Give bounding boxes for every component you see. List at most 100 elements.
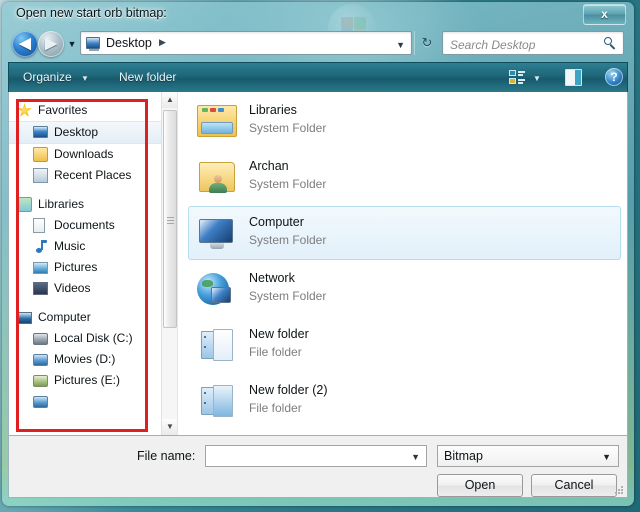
address-chevron-down-icon[interactable]: ▼: [396, 40, 405, 50]
scroll-up-button[interactable]: ▲: [162, 92, 177, 108]
help-button[interactable]: ?: [605, 68, 623, 86]
sidebar-item-label: Pictures: [54, 260, 98, 274]
sidebar-item-label: Downloads: [54, 147, 114, 161]
file-name: Network: [249, 271, 295, 285]
sidebar-item-label: Documents: [54, 218, 115, 232]
sidebar-item-documents[interactable]: Documents: [9, 215, 177, 236]
file-list-item[interactable]: Libraries System Folder: [188, 94, 621, 148]
sidebar-item-videos[interactable]: Videos: [9, 278, 177, 299]
sidebar-item-desktop[interactable]: Desktop: [9, 121, 177, 144]
sidebar-list: Favorites Desktop Downloads Recent Places Li…: [9, 100, 177, 412]
file-name-combo[interactable]: ▼: [205, 445, 427, 467]
monitor-icon: [33, 126, 48, 138]
libraries-folder-icon: [197, 101, 237, 141]
sidebar-item-label: Movies (D:): [54, 352, 116, 366]
file-type: System Folder: [249, 177, 327, 191]
search-icon[interactable]: [604, 37, 617, 50]
view-chevron-down-icon[interactable]: ▼: [533, 74, 541, 83]
sidebar-item-label: Recent Places: [54, 168, 132, 182]
hard-drive-icon: [33, 375, 48, 387]
breadcrumb[interactable]: Desktop: [106, 36, 152, 50]
sidebar-group-header-libraries[interactable]: Libraries: [9, 194, 177, 215]
file-name: New folder: [249, 327, 309, 341]
file-list-item[interactable]: Archan System Folder: [188, 150, 621, 204]
computer-icon: [17, 312, 32, 324]
desktop-icon: [86, 37, 100, 51]
sidebar-item-pictures[interactable]: Pictures: [9, 257, 177, 278]
scrollbar-thumb[interactable]: [163, 110, 177, 328]
title-bar: Open new start orb bitmap:: [2, 2, 634, 28]
dialog-title: Open new start orb bitmap:: [16, 6, 167, 20]
scroll-down-button[interactable]: ▼: [162, 419, 177, 435]
sidebar-group-header-computer[interactable]: Computer: [9, 307, 177, 328]
file-name-input[interactable]: [210, 448, 406, 467]
view-mode-icon[interactable]: [509, 70, 525, 86]
sidebar-scrollbar[interactable]: ▲ ▼: [161, 92, 177, 435]
recent-places-icon: [33, 168, 48, 183]
sidebar-item-label: Local Disk (C:): [54, 331, 133, 345]
resize-grip[interactable]: [613, 484, 623, 494]
file-name-label: File name:: [137, 449, 196, 463]
preview-pane-icon[interactable]: [565, 69, 582, 86]
sidebar-item-local-disk-c[interactable]: Local Disk (C:): [9, 328, 177, 349]
sidebar-group-label: Computer: [38, 310, 91, 324]
file-list-item[interactable]: Computer System Folder: [188, 206, 621, 260]
sidebar-item-music[interactable]: Music: [9, 236, 177, 257]
cancel-button[interactable]: Cancel: [531, 474, 617, 497]
user-folder-icon: [197, 157, 237, 197]
file-list-item[interactable]: New folder File folder: [188, 318, 621, 372]
file-type: File folder: [249, 401, 302, 415]
sidebar-item-label: Videos: [54, 281, 91, 295]
sidebar-item-partial[interactable]: [9, 391, 177, 412]
sidebar-group: Computer Local Disk (C:) Movies (D:) Pictur…: [9, 307, 177, 391]
back-button[interactable]: ◀: [12, 31, 38, 57]
navigation-bar: ◀ ▶ ▼ Desktop ▶ ▼ ↻: [8, 28, 628, 60]
hard-drive-icon: [33, 354, 48, 366]
network-icon: [197, 269, 237, 309]
hard-drive-icon: [33, 396, 48, 408]
file-name-chevron-down-icon[interactable]: ▼: [411, 452, 420, 462]
file-type-chevron-down-icon: ▼: [602, 452, 611, 462]
open-button[interactable]: Open: [437, 474, 523, 497]
navigation-pane: Favorites Desktop Downloads Recent Places Li…: [9, 92, 177, 435]
breadcrumb-chevron-icon[interactable]: ▶: [159, 37, 166, 48]
file-type-combo[interactable]: Bitmap ▼: [437, 445, 619, 467]
file-name: Archan: [249, 159, 289, 173]
forward-arrow-icon: ▶: [45, 35, 57, 52]
search-input[interactable]: [448, 35, 602, 54]
folder-icon: [197, 381, 237, 421]
address-bar[interactable]: Desktop ▶ ▼: [80, 31, 412, 55]
file-list-item[interactable]: Network System Folder: [188, 262, 621, 316]
search-box[interactable]: [442, 31, 624, 55]
document-icon: [33, 218, 45, 233]
file-type: System Folder: [249, 289, 327, 303]
file-name: New folder (2): [249, 383, 328, 397]
sidebar-item-downloads[interactable]: Downloads: [9, 144, 177, 165]
history-dropdown-icon[interactable]: ▼: [66, 38, 78, 50]
file-name: Libraries: [249, 103, 297, 117]
sidebar-item-label: Desktop: [54, 125, 99, 139]
video-icon: [33, 282, 48, 295]
star-icon: [17, 103, 32, 117]
sidebar-item-recent-places[interactable]: Recent Places: [9, 165, 177, 186]
file-list: Libraries System Folder Archan System Folde…: [182, 94, 627, 428]
forward-button[interactable]: ▶: [38, 31, 64, 57]
organize-chevron-down-icon[interactable]: ▼: [81, 74, 89, 83]
file-type: File folder: [249, 345, 302, 359]
sidebar-item-movies-d[interactable]: Movies (D:): [9, 349, 177, 370]
libraries-icon: [17, 197, 32, 212]
picture-icon: [33, 262, 48, 274]
new-folder-button[interactable]: New folder: [119, 70, 176, 84]
refresh-button[interactable]: ↻: [414, 31, 439, 55]
music-note-icon: [33, 239, 48, 254]
organize-button[interactable]: Organize: [23, 70, 72, 84]
file-list-item[interactable]: New folder (2) File folder: [188, 374, 621, 428]
file-name: Computer: [249, 215, 304, 229]
sidebar-group: Libraries Documents Music Pictures Videos: [9, 194, 177, 299]
close-button[interactable]: x: [583, 4, 626, 25]
hard-drive-icon: [33, 333, 48, 345]
sidebar-item-label: Pictures (E:): [54, 373, 121, 387]
sidebar-group-label: Favorites: [38, 103, 88, 117]
sidebar-group-header-favorites[interactable]: Favorites: [9, 100, 177, 121]
sidebar-item-pictures-e[interactable]: Pictures (E:): [9, 370, 177, 391]
